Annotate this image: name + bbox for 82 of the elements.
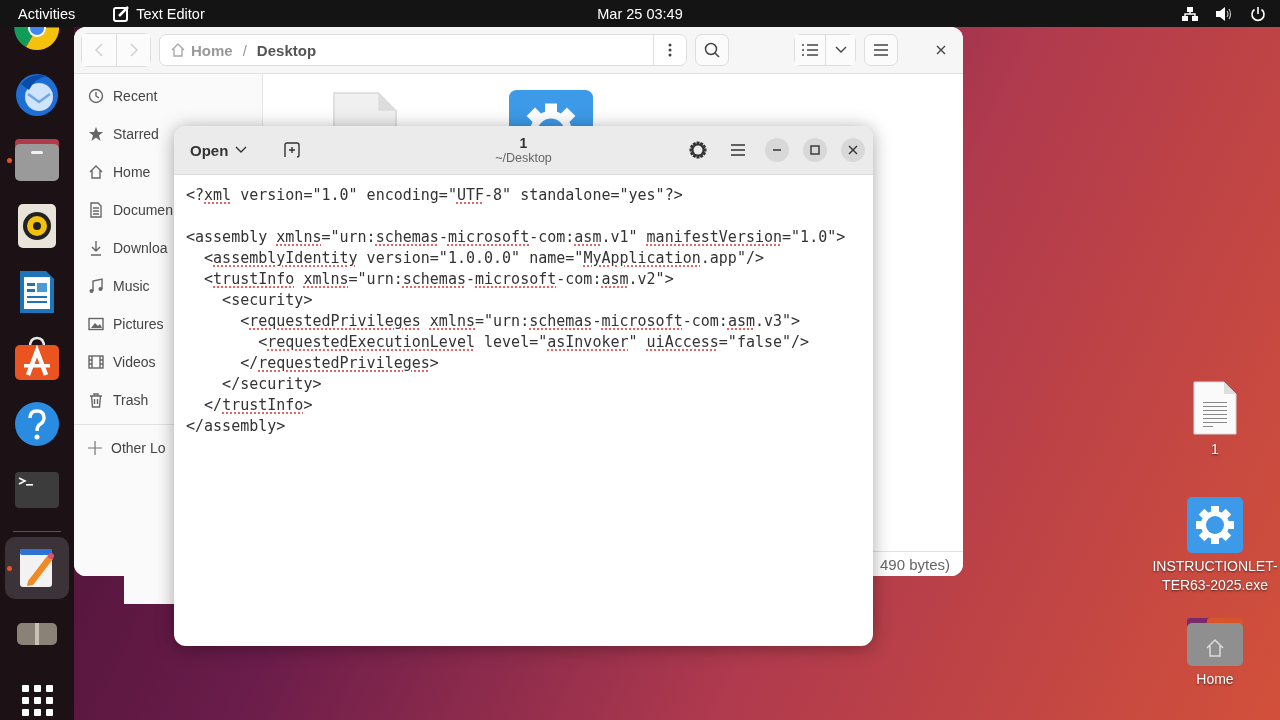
chevron-left-icon [95, 43, 103, 57]
home-folder-icon[interactable] [1187, 618, 1243, 666]
home-icon [88, 164, 104, 180]
power-icon[interactable] [1250, 5, 1266, 22]
sidebar-item[interactable]: Videos [88, 343, 156, 381]
desktop-icon-label[interactable]: Home [1152, 670, 1278, 689]
maximize-button[interactable] [803, 138, 827, 162]
list-view-button[interactable] [795, 35, 825, 65]
minimize-button[interactable] [765, 138, 789, 162]
document-icon [18, 269, 56, 315]
volume-icon[interactable] [1216, 6, 1232, 21]
folder-icon [14, 138, 60, 182]
document-title: 1 [519, 134, 528, 151]
close-button[interactable] [841, 138, 865, 162]
sidebar-item[interactable]: Home [88, 153, 151, 191]
code-line: </requestedPrivileges> [239, 353, 439, 374]
chevron-right-icon [129, 43, 138, 57]
open-button[interactable]: Open [182, 134, 256, 166]
dock-item[interactable] [5, 537, 69, 599]
sidebar-item[interactable]: Other Lo [88, 429, 166, 467]
sidebar-item[interactable]: Pictures [88, 305, 164, 343]
code-line: <?xml version="1.0" encoding="UTF-8" standalone="yes"?> [186, 185, 683, 206]
minimize-icon [772, 149, 782, 151]
document-path: ~/Desktop [495, 150, 552, 166]
close-icon [848, 145, 858, 155]
status-text: 490 bytes) [879, 556, 950, 573]
film-icon [88, 354, 104, 370]
sidebar-item[interactable]: Recent [88, 77, 158, 115]
code-line: <security> [221, 290, 313, 311]
new-tab-icon [284, 142, 301, 158]
app-grid-icon [21, 684, 53, 716]
notepad-pencil-icon [18, 547, 56, 589]
document-icon [88, 202, 104, 218]
help-icon [14, 401, 60, 447]
terminal-icon [15, 472, 59, 508]
star-icon [88, 126, 104, 142]
plus-icon [88, 441, 102, 455]
text-file-icon[interactable] [1192, 380, 1238, 436]
shopping-bag-icon [14, 335, 60, 381]
gear-file-icon[interactable] [1187, 497, 1243, 553]
activities-button[interactable]: Activities [18, 5, 76, 22]
trash-icon [88, 392, 104, 408]
archive-icon [17, 623, 57, 645]
code-line: <assemblyIdentity version="1.0.0.0" name="MyApplication.app"/> [203, 248, 764, 269]
sidebar-item[interactable]: Music [88, 267, 150, 305]
code-line: </trustInfo> [203, 395, 313, 416]
menu-button[interactable] [864, 34, 898, 66]
close-icon [936, 45, 946, 55]
network-icon[interactable] [1182, 6, 1198, 21]
chevron-down-icon [235, 146, 248, 154]
code-line: <trustInfo xmlns="urn:schemas-microsoft-com:asm.v2"> [203, 269, 674, 290]
picture-icon [88, 316, 104, 332]
desktop-icon-label[interactable]: INSTRUCTIONLET-TER63-2025.exe [1152, 557, 1278, 595]
code-line: </assembly> [186, 416, 286, 437]
menu-icon [874, 44, 888, 56]
app-menu[interactable]: Text Editor [136, 5, 205, 22]
code-line: <assembly xmlns="urn:schemas-microsoft-com:asm.v1" manifestVersion="1.0"> [186, 227, 846, 248]
code-line: <requestedExecutionLevel level="asInvoker" uiAccess="false"/> [257, 332, 810, 353]
search-button[interactable] [695, 34, 729, 66]
maximize-icon [810, 145, 820, 155]
desktop-icon-label[interactable]: 1 [1152, 440, 1278, 459]
search-icon [704, 42, 720, 58]
path-separator: / [242, 41, 247, 59]
path-crumb[interactable]: Desktop [256, 41, 317, 59]
download-icon [88, 240, 104, 256]
speaker-icon [18, 204, 56, 248]
clock[interactable]: Mar 25 03:49 [597, 5, 683, 22]
chevron-down-icon [834, 46, 847, 54]
code-line: </security> [221, 374, 322, 395]
menu-icon [731, 144, 745, 156]
home-icon [170, 42, 186, 58]
edit-icon [113, 5, 131, 22]
code-line: <requestedPrivileges xmlns="urn:schemas-microsoft-com:asm.v3"> [239, 311, 801, 332]
sidebar-item[interactable]: Downloa [88, 229, 168, 267]
more-icon [668, 43, 672, 57]
gear-icon [689, 141, 707, 159]
sidebar-item[interactable]: Trash [88, 381, 149, 419]
sidebar-item[interactable]: Starred [88, 115, 159, 153]
sidebar-item[interactable]: Documen [88, 191, 173, 229]
clock-icon [88, 88, 104, 104]
music-note-icon [88, 278, 104, 294]
list-icon [802, 44, 818, 56]
